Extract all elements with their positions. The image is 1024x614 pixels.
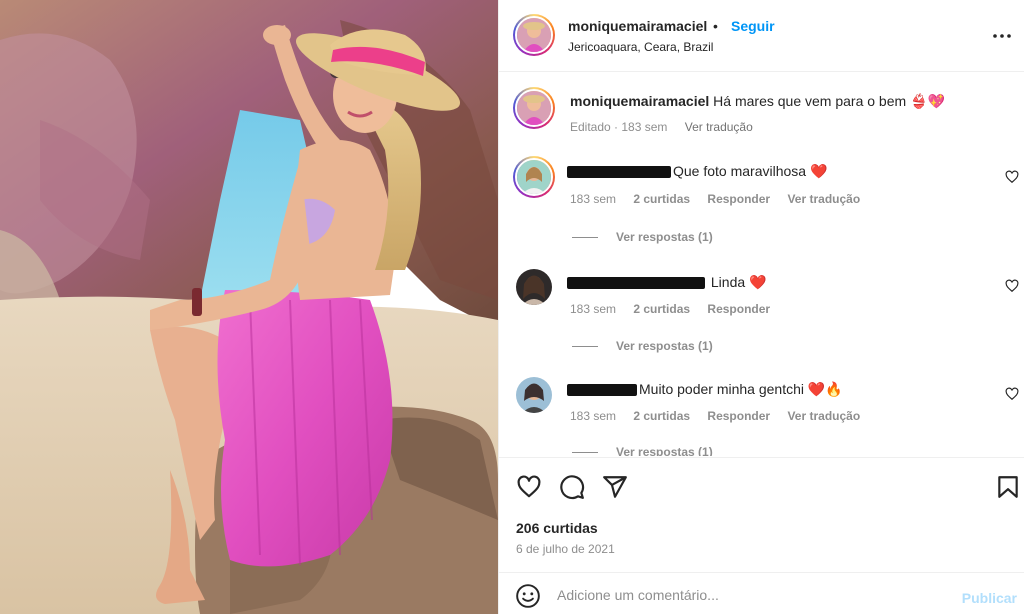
commenter-avatar[interactable] [513,156,555,198]
translate-link[interactable]: Ver tradução [787,192,860,206]
comment-meta: 183 sem 2 curtidas Responder Ver traduçã… [570,409,874,423]
comment-text-line: Que foto maravilhosa ❤️ [567,163,827,180]
author-avatar-image [517,18,551,52]
comment-likes[interactable]: 2 curtidas [633,409,690,423]
caption-meta: Editado · 183 sem Ver tradução [570,120,767,134]
redacted-username [567,384,637,397]
reply-button[interactable]: Responder [707,192,770,206]
commenter-avatar-image [516,377,552,413]
reply-button[interactable]: Responder [707,302,770,316]
bookmark-icon[interactable] [995,474,1021,500]
view-replies-label: Ver respostas (1) [616,339,713,353]
comment-time: 183 sem [570,192,617,206]
comment-text: Que foto maravilhosa [673,163,807,179]
replies-line [572,346,598,348]
post-header: moniquemairamaciel • Seguir Jericoaquara… [499,0,1024,72]
caption-edited: Editado · 183 sem [570,120,668,134]
comment-icon[interactable] [559,474,585,500]
caption-translate-link[interactable]: Ver tradução [685,120,753,134]
comments-list[interactable]: moniquemairamaciel Há mares que vem para… [499,73,1024,456]
comment-meta: 183 sem 2 curtidas Responder Ver traduçã… [570,192,874,206]
caption-avatar-image [517,91,551,125]
post-photo[interactable] [0,0,498,614]
comment-emoji: ❤️ [749,274,767,290]
reply-button[interactable]: Responder [707,409,770,423]
comment-text: Muito poder minha gentchi [639,381,804,397]
post-location[interactable]: Jericoaquara, Ceara, Brazil [568,40,713,54]
commenter-avatar-image [517,160,551,194]
view-replies-button[interactable]: Ver respostas (1) [572,230,713,244]
comment-emoji: ❤️🔥 [807,381,843,397]
comment-time: 183 sem [570,302,617,316]
comment-emoji: ❤️ [809,163,828,179]
author-avatar[interactable] [513,14,555,56]
comment-input[interactable] [557,583,937,607]
view-replies-button[interactable]: Ver respostas (1) [572,339,713,353]
comment-meta: 183 sem 2 curtidas Responder [570,302,784,316]
share-icon[interactable] [602,474,628,500]
caption-text-line: moniquemairamaciel Há mares que vem para… [570,93,945,110]
beach-photo-illustration [0,0,498,614]
publish-button[interactable]: Publicar [962,590,1017,606]
post-panel: moniquemairamaciel • Seguir Jericoaquara… [498,0,1024,614]
comment-heart-icon[interactable] [1005,387,1019,401]
follow-button[interactable]: Seguir [731,18,775,34]
comment-likes[interactable]: 2 curtidas [633,192,690,206]
replies-line [572,237,598,239]
commenter-avatar[interactable] [516,269,552,305]
likes-count[interactable]: 206 curtidas [516,520,598,536]
redacted-username [567,277,705,290]
comment-text: Linda [710,274,746,290]
caption-avatar[interactable] [513,87,555,129]
comment-text-line: Linda ❤️ [567,274,766,291]
translate-link[interactable]: Ver tradução [787,409,860,423]
caption-emoji: 👙💖 [910,93,945,109]
post-actions: 206 curtidas 6 de julho de 2021 [499,457,1024,572]
commenter-avatar[interactable] [516,377,552,413]
comment-heart-icon[interactable] [1005,279,1019,293]
post-date: 6 de julho de 2021 [516,542,615,556]
heart-icon[interactable] [516,474,542,500]
redacted-username [567,166,671,179]
view-replies-button[interactable]: Ver respostas (1) [572,445,713,456]
comment-heart-icon[interactable] [1005,170,1019,184]
view-replies-label: Ver respostas (1) [616,230,713,244]
view-replies-label: Ver respostas (1) [616,445,713,456]
commenter-avatar-image [516,269,552,305]
more-icon[interactable] [990,24,1014,48]
caption-username[interactable]: moniquemairamaciel [570,93,709,109]
separator-dot: • [713,18,718,34]
caption-text: Há mares que vem para o bem [713,93,907,109]
comment-time: 183 sem [570,409,617,423]
author-username[interactable]: moniquemairamaciel [568,18,707,34]
add-comment-bar: Publicar [499,572,1024,614]
replies-line [572,452,598,454]
comment-likes[interactable]: 2 curtidas [633,302,690,316]
emoji-icon[interactable] [515,583,541,609]
comment-text-line: Muito poder minha gentchi ❤️🔥 [567,381,843,398]
